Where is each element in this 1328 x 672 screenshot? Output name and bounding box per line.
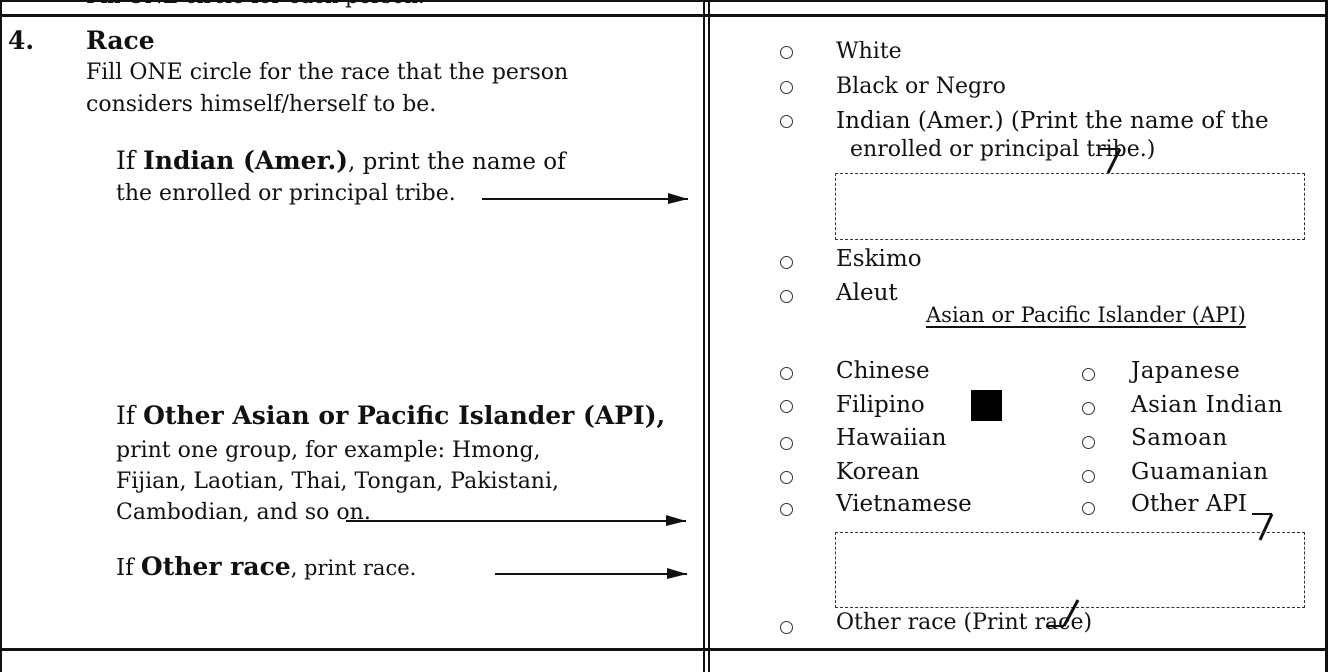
radio-hawaiian[interactable] [780,437,793,450]
api-group-header: Asian or Pacific Islander (API) [926,303,1246,327]
instruction-line-2: considers himself/herself to be. [86,92,437,117]
radio-aleut[interactable] [780,290,793,303]
indian-if: If [116,146,144,175]
api-instruction-line-1: If Other Asian or Pacific Islander (API)… [116,402,665,430]
radio-eskimo[interactable] [780,256,793,269]
api-instruction-line-4: Cambodian, and so on. [116,500,371,525]
section-divider-top [0,14,1328,17]
top-fragment-text: Fill ONE circle for each person. [86,0,425,10]
option-eskimo-label: Eskimo [836,246,922,272]
column-divider [703,0,705,672]
option-black-label: Black or Negro [836,74,1006,99]
indian-instruction-line-1: If Indian (Amer.), print the name of [116,147,566,176]
radio-asian-indian[interactable] [1082,402,1095,415]
option-samoan-label: Samoan [1131,425,1228,451]
section-divider-bottom [0,648,1328,651]
left-border [0,0,2,672]
question-title: Race [86,26,155,55]
indian-arrow [482,193,688,204]
radio-filipino[interactable] [780,400,793,413]
option-filipino-label: Filipino [836,392,925,418]
option-guamanian-label: Guamanian [1131,459,1269,485]
option-vietnamese-label: Vietnamese [836,491,972,517]
option-other-api-label: Other API [1131,491,1247,517]
api-arrow [346,515,686,526]
api-instruction-line-3: Fijian, Laotian, Thai, Tongan, Pakistani… [116,469,560,494]
indian-tribe-write-in-box[interactable] [835,173,1305,240]
option-asian-indian-label: Asian Indian [1131,392,1284,418]
option-korean-label: Korean [836,459,920,485]
option-indian-label-1: Indian (Amer.) (Print the name of the [836,108,1269,134]
radio-samoan[interactable] [1082,436,1095,449]
option-hawaiian-label: Hawaiian [836,425,947,451]
api-instruction-line-2: print one group, for example: Hmong, [116,438,541,463]
radio-other-api[interactable] [1082,502,1095,515]
option-aleut-label: Aleut [836,280,898,306]
indian-instruction-line-2: the enrolled or principal tribe. [116,181,456,206]
radio-korean[interactable] [780,471,793,484]
radio-vietnamese[interactable] [780,503,793,516]
radio-japanese[interactable] [1082,368,1095,381]
option-japanese-label: Japanese [1131,358,1241,384]
indian-rest: , print the name of [348,149,566,175]
option-chinese-label: Chinese [836,358,930,384]
api-term: Other Asian or Pacific Islander (API), [143,401,666,430]
black-registration-square [971,390,1002,421]
instruction-line-1: Fill ONE circle for the race that the pe… [86,60,569,85]
other-race-instruction: If Other race, print race. [116,553,416,582]
option-white-label: White [836,39,902,64]
other-race-pointer [1046,599,1080,627]
indian-term: Indian (Amer.) [143,146,348,175]
radio-guamanian[interactable] [1082,470,1095,483]
other-term: Other race [140,552,291,581]
radio-white[interactable] [780,46,793,59]
other-rest: , print race. [290,556,417,580]
question-number: 4. [8,26,35,55]
radio-black[interactable] [780,81,793,94]
column-divider-inner [708,0,710,672]
other-if: If [116,555,141,581]
radio-other-race[interactable] [780,621,793,634]
radio-chinese[interactable] [780,367,793,380]
api-if: If [116,401,144,430]
radio-indian[interactable] [780,115,793,128]
other-race-arrow [495,568,687,579]
